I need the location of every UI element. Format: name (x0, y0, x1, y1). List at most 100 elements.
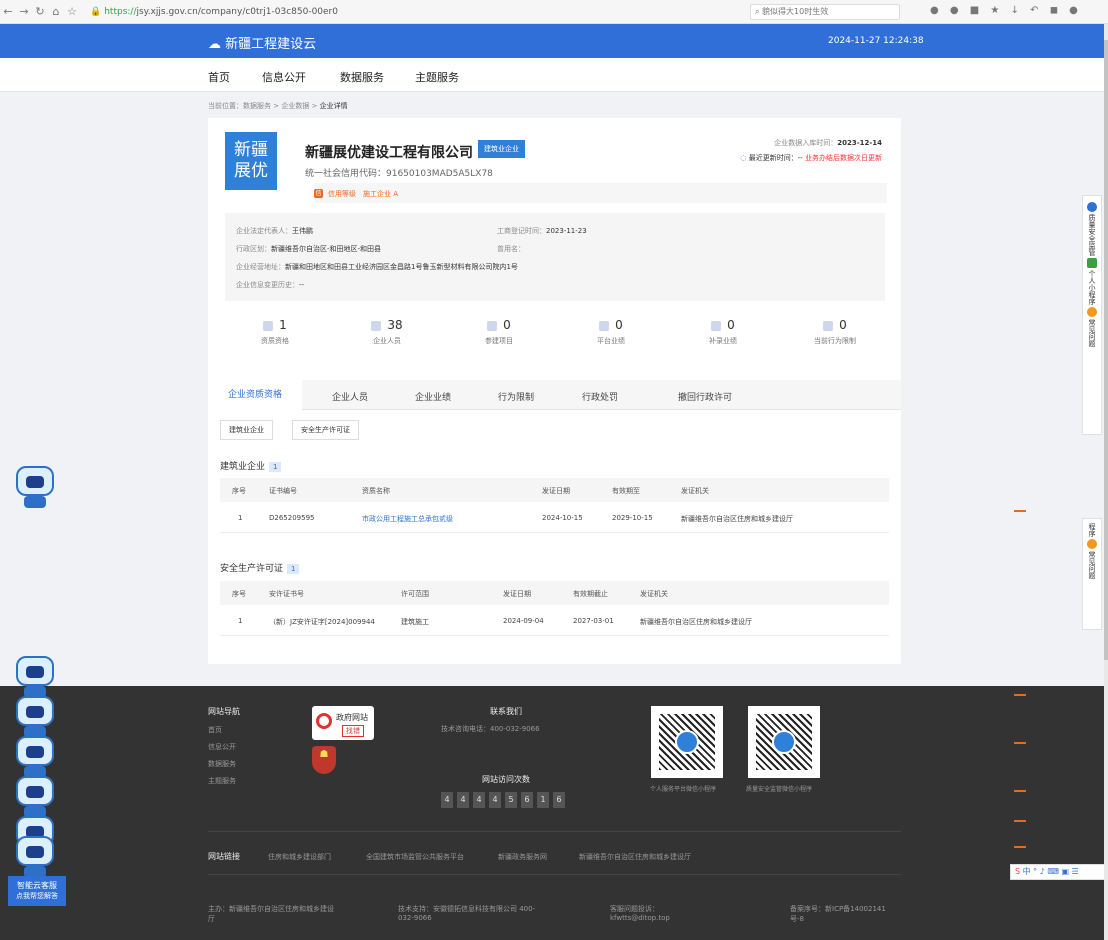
refresh-icon: ◌ (740, 154, 747, 162)
stat-value: 0 (839, 318, 847, 332)
nav-item-topic[interactable]: 主题服务 (415, 69, 459, 85)
search-placeholder: 貌似得大10时生效 (762, 7, 829, 16)
people-icon (371, 320, 382, 331)
section-title-text: 安全生产许可证 (220, 564, 284, 574)
cell-issue-date: 2024-10-15 (542, 514, 583, 522)
footer-nav-link[interactable]: 主题服务 (208, 776, 236, 786)
decoration-dash (1014, 846, 1026, 848)
side-float-panel: 质量安全监管 个人小程序 常见问题 (1082, 195, 1102, 435)
certificate-icon (263, 320, 274, 331)
footer-link[interactable]: 新疆政务服务网 (498, 852, 547, 862)
back-icon[interactable]: ← (0, 5, 16, 18)
browser-toolbar: ← → ↻ ⌂ ☆ 🔒 https://jsy.xjjs.gov.cn/comp… (0, 0, 1108, 24)
stat-qualification[interactable]: 1 资质资格 (225, 318, 325, 346)
ime-toolbar[interactable]: S 中 ° ♪ ⌨ ▣ ☰ (1010, 864, 1108, 880)
stat-label: 资质资格 (261, 337, 289, 345)
address-bar[interactable]: 🔒 https://jsy.xjjs.gov.cn/company/c0trj1… (86, 4, 586, 20)
cell-qualification-link[interactable]: 市政公用工程施工总承包贰级 (362, 514, 453, 524)
side-link-faq-2[interactable]: 常见问题 (1087, 551, 1097, 579)
col-header: 序号 (232, 590, 246, 598)
stat-projects[interactable]: 0 参建项目 (449, 318, 549, 346)
party-emblem-icon[interactable]: ☗ (312, 746, 336, 774)
footer-icp[interactable]: 备案序号：新ICP备14002141号-8 (790, 904, 890, 924)
browser-search-input[interactable]: ⌕ 貌似得大10时生效 (750, 4, 900, 20)
qr2-label: 质量安全监管微信小程序 (746, 786, 813, 793)
footer-divider (208, 831, 901, 832)
stat-label: 参建项目 (485, 337, 513, 345)
cell-expiry-date: 2029-10-15 (612, 514, 653, 522)
nav-item-data[interactable]: 数据服务 (340, 69, 384, 85)
side-float-panel-2: 程序 常见问题 (1082, 518, 1102, 630)
home-icon[interactable]: ⌂ (48, 5, 64, 18)
footer-support: 技术支持：安徽德拓信息科技有限公司 400-032-9066 (398, 905, 536, 922)
smart-customer-service-button[interactable]: 智能云客服 点我帮您解答 (8, 876, 66, 906)
store-date-value: 2023-12-14 (837, 139, 882, 147)
store-date: 企业数据入库时间：2023-12-14 (774, 138, 882, 148)
change-history-value: -- (299, 281, 305, 289)
footer-host: 主办：新疆维吾尔自治区住房和城乡建设厅 (208, 905, 334, 923)
nav-item-home[interactable]: 首页 (208, 69, 230, 85)
counter-digit: 5 (505, 792, 517, 808)
breadcrumb: 当前位置：数据服务 > 企业数据 > 企业详情 (208, 101, 348, 111)
forward-icon[interactable]: → (16, 5, 32, 18)
site-header: ☁ 新疆工程建设云 2024-11-27 12:24:38 (0, 24, 1104, 58)
stat-value: 0 (727, 318, 735, 332)
site-footer: 网站导航 首页 信息公开 数据服务 主题服务 政府网站 找错 ☗ 联系我们 技术… (0, 686, 1104, 940)
qr-code-personal (651, 706, 723, 778)
stat-label: 企业人员 (373, 337, 401, 345)
tab-performance[interactable]: 企业业绩 (415, 390, 451, 403)
tab-restrictions[interactable]: 行为限制 (498, 390, 534, 403)
stat-label: 补录业绩 (709, 337, 737, 345)
tab-qualification[interactable]: 企业资质资格 (208, 380, 303, 410)
table-header: 序号 证书编号 资质名称 发证日期 有效期至 发证机关 (220, 478, 889, 502)
tab-penalties[interactable]: 行政处罚 (582, 390, 618, 403)
stat-staff[interactable]: 38 企业人员 (337, 318, 437, 346)
star-icon[interactable]: ☆ (64, 5, 80, 18)
side-link-mini-program[interactable]: 个人小程序 (1087, 270, 1097, 305)
footer-nav-link[interactable]: 数据服务 (208, 759, 236, 769)
stat-label: 平台业绩 (597, 337, 625, 345)
counter-digit: 4 (473, 792, 485, 808)
col-header: 许可范围 (401, 590, 429, 598)
cell-permit-no: （新）JZ安许证字[2024]009944 (269, 618, 375, 626)
stat-platform-performance[interactable]: 0 平台业绩 (561, 318, 661, 346)
reload-icon[interactable]: ↻ (32, 5, 48, 18)
footer-link[interactable]: 全国建筑市场监管公共服务平台 (366, 852, 464, 862)
breadcrumb-path[interactable]: 当前位置：数据服务 > 企业数据 > (208, 102, 320, 110)
company-name: 新疆展优建设工程有限公司 (305, 145, 473, 161)
company-logo: 新疆 展优 (225, 132, 277, 190)
scrollbar-thumb[interactable] (1104, 40, 1108, 660)
cell-issue-date: 2024-09-04 (503, 617, 544, 625)
tab-staff[interactable]: 企业人员 (332, 390, 368, 403)
footer-nav-link[interactable]: 首页 (208, 725, 222, 735)
assistant-robot-icon[interactable] (10, 460, 60, 510)
assistant-robot-icon[interactable] (10, 830, 60, 880)
footer-link[interactable]: 新疆维吾尔自治区住房和城乡建设厅 (579, 852, 691, 862)
nav-item-info[interactable]: 信息公开 (262, 69, 306, 85)
side-link-program[interactable]: 程序 (1087, 523, 1097, 537)
detail-tabs: 企业资质资格 企业人员 企业业绩 行为限制 行政处罚 撤回行政许可 (208, 380, 901, 410)
region: 行政区划：新疆维吾尔自治区-和田地区-和田县 (236, 244, 381, 254)
subtab-construction[interactable]: 建筑业企业 (220, 420, 273, 440)
gov-error-report-badge[interactable]: 政府网站 找错 (312, 706, 374, 740)
side-link-faq[interactable]: 常见问题 (1087, 319, 1097, 347)
site-logo[interactable]: ☁ 新疆工程建设云 (208, 33, 316, 52)
footer-nav-title: 网站导航 (208, 707, 240, 716)
footer-nav-link[interactable]: 信息公开 (208, 742, 236, 752)
tab-revoked-permits[interactable]: 撤回行政许可 (678, 390, 732, 403)
section-title-safety: 安全生产许可证 1 (220, 561, 300, 574)
decoration-dash (1014, 510, 1026, 512)
gov-badge-line1: 政府网站 (336, 713, 368, 722)
stat-restrictions[interactable]: 0 当前行为限制 (785, 318, 885, 346)
subtab-safety-permit[interactable]: 安全生产许可证 (292, 420, 359, 440)
company-logo-line2: 展优 (234, 161, 268, 181)
browser-extension-icons[interactable]: ● ● ■ ★ ↓ ↶ ◼ ● (930, 5, 1082, 16)
gov-badge-line2: 找错 (342, 725, 364, 737)
counter-digit: 6 (521, 792, 533, 808)
stat-supplement-performance[interactable]: 0 补录业绩 (673, 318, 773, 346)
side-link-quality[interactable]: 质量安全监管 (1087, 214, 1097, 256)
footer-link[interactable]: 住房和城乡建设部门 (268, 852, 331, 862)
company-card: 新疆 展优 新疆展优建设工程有限公司 建筑业企业 统一社会信用代码：916501… (208, 132, 901, 203)
company-detail-panel: 新疆 展优 新疆展优建设工程有限公司 建筑业企业 统一社会信用代码：916501… (208, 118, 901, 664)
lock-icon: 🔒 (90, 6, 102, 17)
